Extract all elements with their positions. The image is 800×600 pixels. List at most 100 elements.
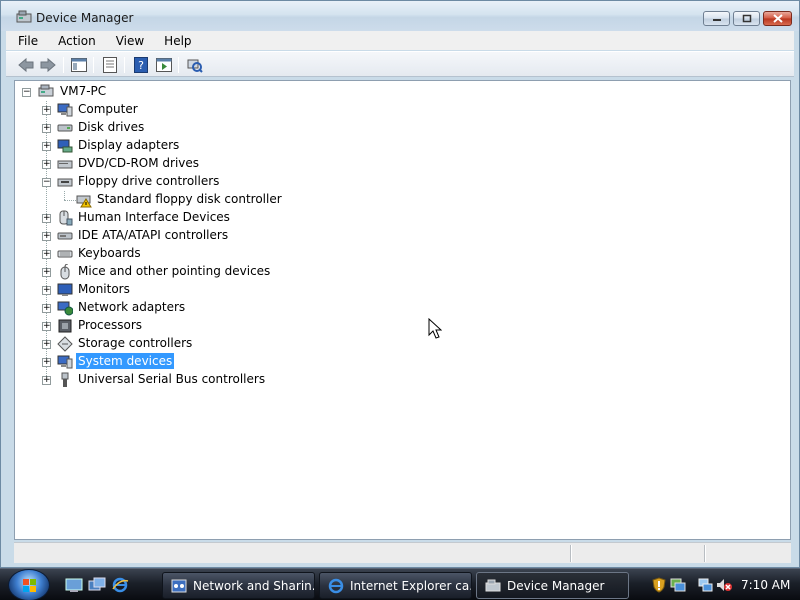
system-devices-icon [57, 355, 73, 369]
window-title: Device Manager [36, 11, 134, 25]
tree-item-label[interactable]: Disk drives [76, 119, 146, 135]
run-button[interactable] [155, 56, 173, 74]
network-adapter-icon [57, 301, 73, 316]
tree-expand-button[interactable]: + [42, 232, 51, 241]
tree-expand-button[interactable]: + [42, 286, 51, 295]
taskbar-button-label: Network and Sharin... [193, 578, 315, 593]
restore-icon [742, 14, 751, 23]
switch-windows-icon[interactable] [88, 577, 106, 593]
help-button[interactable]: ? [132, 56, 150, 74]
minimize-icon [712, 18, 721, 21]
tree-expand-button[interactable]: + [42, 358, 51, 367]
toolbar-separator [93, 57, 94, 73]
display-adapter-icon [57, 139, 73, 153]
network-status-icon[interactable] [697, 577, 713, 593]
menu-bar: File Action View Help [6, 31, 794, 50]
menu-help[interactable]: Help [162, 33, 193, 49]
forward-button[interactable] [39, 56, 57, 74]
menu-view[interactable]: View [114, 33, 146, 49]
tree-item-label[interactable]: DVD/CD-ROM drives [76, 155, 201, 171]
monitor-icon [57, 283, 73, 296]
tree-item-label[interactable]: IDE ATA/ATAPI controllers [76, 227, 230, 243]
taskbar-button[interactable]: Device Manager [476, 572, 629, 599]
floppy-controller-icon [57, 178, 73, 187]
menu-file[interactable]: File [16, 33, 40, 49]
tree-expand-button[interactable]: + [42, 124, 51, 133]
device-manager-icon [485, 579, 501, 591]
windows-logo-icon [23, 579, 36, 592]
tree-guide-line [64, 191, 65, 200]
show-desktop-icon[interactable] [65, 577, 83, 593]
internet-explorer-quicklaunch-icon[interactable] [111, 577, 129, 593]
tree-item-label[interactable]: Universal Serial Bus controllers [76, 371, 267, 387]
help-icon: ? [134, 57, 148, 73]
scan-hardware-button[interactable] [186, 56, 204, 74]
usb-icon [61, 372, 69, 387]
volume-muted-icon[interactable] [716, 577, 732, 593]
tree-item-label[interactable]: Network adapters [76, 299, 187, 315]
mouse-cursor-icon [428, 318, 442, 339]
back-button[interactable] [17, 56, 35, 74]
tree-root-label[interactable]: VM7-PC [58, 83, 108, 99]
scan-hardware-icon [187, 59, 203, 73]
keyboard-icon [57, 250, 73, 258]
minimize-button[interactable] [703, 11, 730, 26]
tree-item-label[interactable]: Mice and other pointing devices [76, 263, 272, 279]
tree-collapse-button[interactable]: − [42, 178, 51, 187]
tree-expand-button[interactable]: + [42, 214, 51, 223]
tree-item-label[interactable]: Keyboards [76, 245, 143, 261]
storage-controller-icon [57, 336, 73, 352]
tree-expand-button[interactable]: + [42, 322, 51, 331]
start-button[interactable] [8, 569, 50, 600]
toolbar-separator [124, 57, 125, 73]
tree-item-label[interactable]: Display adapters [76, 137, 181, 153]
tree-expand-button[interactable]: + [42, 106, 51, 115]
security-shield-icon[interactable] [651, 577, 667, 593]
taskbar-button[interactable]: Internet Explorer ca... [319, 572, 472, 599]
show-hide-tree-button[interactable] [70, 56, 88, 74]
network-connection-icon[interactable] [670, 577, 686, 593]
run-icon [156, 58, 172, 72]
tree-expand-button[interactable]: + [42, 268, 51, 277]
taskbar-button-label: Device Manager [507, 578, 605, 593]
back-arrow-icon [18, 57, 34, 73]
disk-drive-icon [57, 124, 73, 132]
taskbar-button-label: Internet Explorer ca... [350, 578, 472, 593]
tree-item-label[interactable]: Processors [76, 317, 144, 333]
tree-expand-button[interactable]: + [42, 340, 51, 349]
toolbar-separator [63, 57, 64, 73]
tree-expand-button[interactable]: + [42, 142, 51, 151]
device-tree[interactable]: − VM7-PC + Computer + Disk drives + Display a… [14, 80, 791, 540]
forward-arrow-icon [40, 57, 56, 73]
tree-guide-line [64, 200, 76, 201]
properties-icon [103, 57, 117, 73]
processor-icon [58, 319, 72, 333]
tree-item-label[interactable]: Monitors [76, 281, 132, 297]
tree-item-label[interactable]: Standard floppy disk controller [95, 191, 284, 207]
menu-action[interactable]: Action [56, 33, 98, 49]
system-clock[interactable]: 7:10 AM [741, 578, 790, 592]
taskbar-button[interactable]: Network and Sharin... [162, 572, 315, 599]
maximize-button[interactable] [733, 11, 760, 26]
computer-icon [57, 103, 73, 117]
tree-expand-button[interactable]: + [42, 250, 51, 259]
properties-button[interactable] [101, 56, 119, 74]
status-separator [570, 545, 572, 562]
toolbar: ? [6, 51, 794, 77]
tree-expand-button[interactable]: + [42, 160, 51, 169]
tree-item-label[interactable]: Human Interface Devices [76, 209, 232, 225]
tree-item-label[interactable]: Floppy drive controllers [76, 173, 221, 189]
title-bar[interactable]: Device Manager [1, 1, 799, 31]
tree-item-label[interactable]: System devices [76, 353, 175, 369]
svg-text:?: ? [138, 59, 144, 72]
ide-controller-icon [57, 232, 73, 240]
tree-expand-button[interactable]: + [42, 376, 51, 385]
tree-expander-root[interactable]: − [22, 88, 31, 97]
close-button[interactable] [763, 11, 792, 26]
tree-item-label[interactable]: Storage controllers [76, 335, 194, 351]
tree-item-label[interactable]: Computer [76, 101, 140, 117]
status-bar [14, 542, 791, 563]
internet-explorer-icon [328, 578, 344, 593]
tree-expand-button[interactable]: + [42, 304, 51, 313]
hid-icon [59, 210, 73, 226]
